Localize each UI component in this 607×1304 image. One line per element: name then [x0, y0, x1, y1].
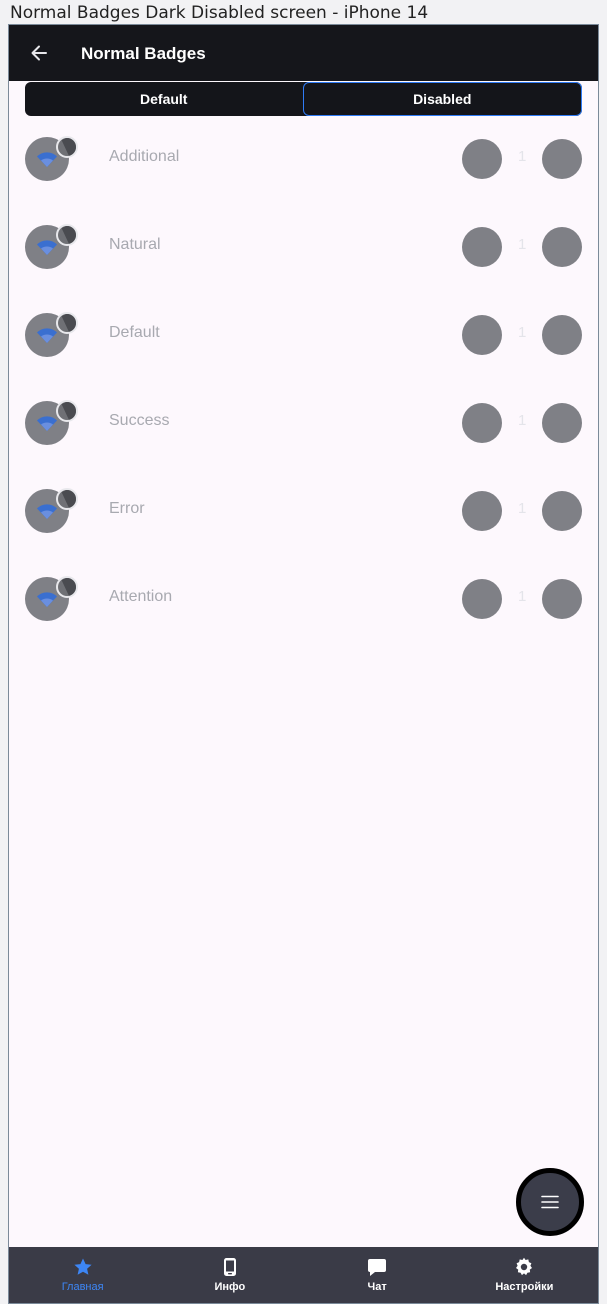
- nav-item-chat[interactable]: Чат: [304, 1247, 451, 1303]
- list-item: Attention 1: [9, 561, 598, 649]
- row-label: Natural: [109, 236, 161, 253]
- badge-circle: [462, 139, 502, 179]
- phone-icon: [223, 1258, 236, 1276]
- back-button[interactable]: [23, 37, 55, 69]
- phone-screen: Normal Badges Default Disabled Additiona…: [8, 24, 599, 1304]
- badge-circle: [462, 491, 502, 531]
- badge-circle: [542, 139, 582, 179]
- tab-default[interactable]: Default: [25, 82, 303, 116]
- gear-icon: [516, 1257, 533, 1276]
- badge-circle: [462, 403, 502, 443]
- wifi-icon: [37, 328, 57, 343]
- badge-circle: [462, 315, 502, 355]
- row-label: Error: [109, 500, 145, 517]
- badge-count: 1: [518, 236, 527, 253]
- nav-label: Главная: [61, 1281, 104, 1293]
- badge-count: 1: [518, 412, 527, 429]
- status-badge: [56, 224, 78, 246]
- status-badge: [56, 488, 78, 510]
- badge-circle: [462, 579, 502, 619]
- nav-item-info[interactable]: Инфо: [156, 1247, 303, 1303]
- badge-count: 1: [518, 588, 527, 605]
- status-badge: [56, 400, 78, 422]
- wifi-icon: [37, 592, 57, 607]
- badge-circle: [542, 315, 582, 355]
- bottom-navigation: Главная Инфо Чат Настройки: [9, 1247, 598, 1303]
- star-icon: [74, 1258, 92, 1275]
- list-item: Additional 1: [9, 121, 598, 209]
- badge-circle: [542, 403, 582, 443]
- row-label: Attention: [109, 588, 173, 605]
- nav-label: Настройки: [495, 1281, 554, 1293]
- row-label: Additional: [109, 148, 180, 165]
- list-item: Error 1: [9, 473, 598, 561]
- menu-icon: [541, 1195, 559, 1209]
- nav-item-home[interactable]: Главная: [9, 1247, 156, 1303]
- nav-label: Инфо: [214, 1281, 246, 1293]
- badge-circle: [542, 579, 582, 619]
- badge-circle: [542, 491, 582, 531]
- segmented-control: Default Disabled: [25, 82, 582, 116]
- wifi-icon: [37, 152, 57, 167]
- nav-label: Чат: [367, 1281, 387, 1293]
- badge-list: Additional 1 Natural 1 Default 1 Success…: [9, 121, 598, 649]
- badge-circle: [542, 227, 582, 267]
- window-caption: Normal Badges Dark Disabled screen - iPh…: [10, 3, 429, 23]
- app-bar: Normal Badges: [9, 25, 598, 81]
- menu-fab-button[interactable]: [516, 1168, 584, 1236]
- arrow-left-icon: [31, 45, 47, 61]
- nav-item-settings[interactable]: Настройки: [451, 1247, 598, 1303]
- badge-count: 1: [518, 148, 527, 165]
- badge-count: 1: [518, 324, 527, 341]
- row-label: Success: [109, 412, 170, 429]
- page-title: Normal Badges: [81, 44, 206, 63]
- status-badge: [56, 576, 78, 598]
- chat-icon: [368, 1259, 387, 1276]
- list-item: Natural 1: [9, 209, 598, 297]
- status-badge: [56, 312, 78, 334]
- status-badge: [56, 136, 78, 158]
- list-item: Success 1: [9, 385, 598, 473]
- list-item: Default 1: [9, 297, 598, 385]
- tab-disabled[interactable]: Disabled: [302, 82, 582, 116]
- badge-count: 1: [518, 500, 527, 517]
- row-label: Default: [109, 324, 160, 341]
- wifi-icon: [37, 240, 57, 255]
- wifi-icon: [37, 416, 57, 431]
- wifi-icon: [37, 504, 57, 519]
- badge-circle: [462, 227, 502, 267]
